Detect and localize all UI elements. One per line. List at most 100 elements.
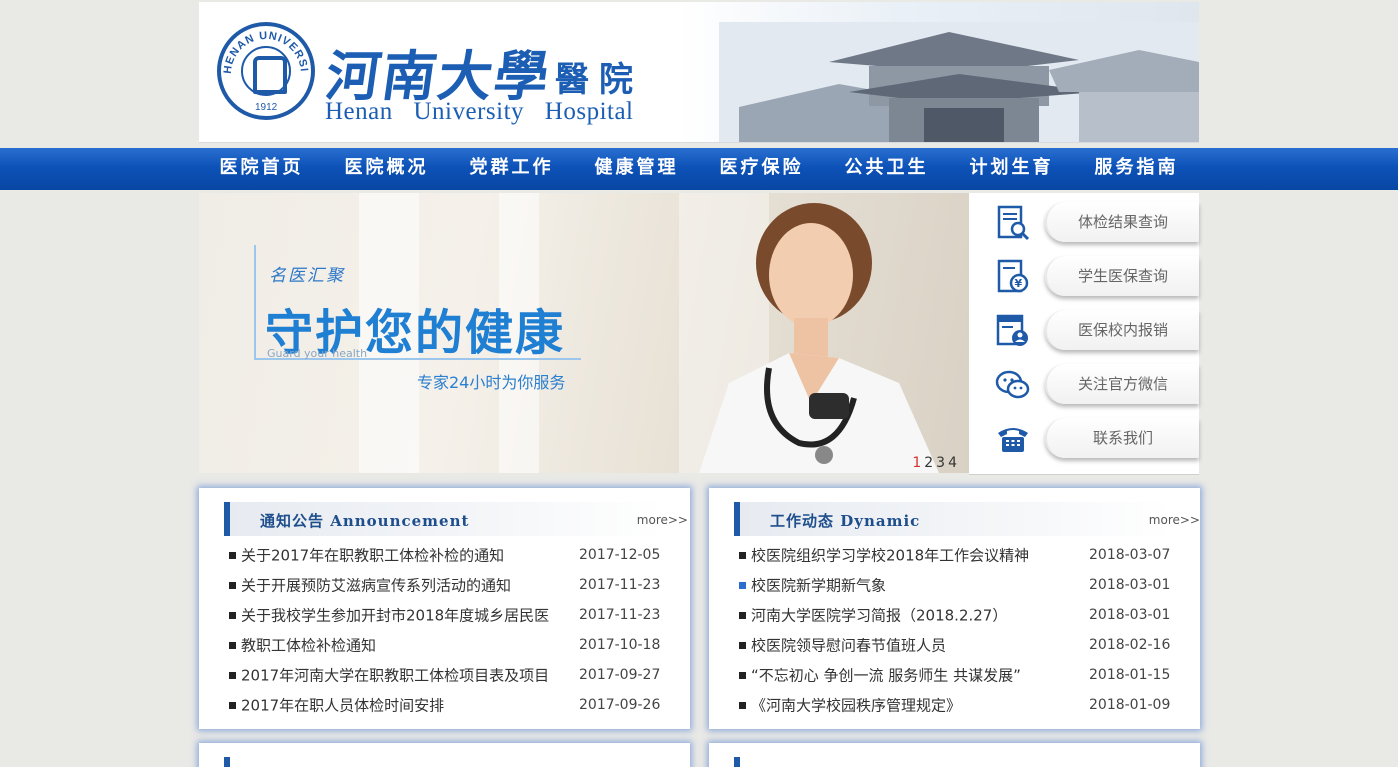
nav-item-family-planning[interactable]: 计划生育 [949, 148, 1074, 190]
pager-page-2[interactable]: 2 [924, 455, 933, 471]
news-title[interactable]: 校医院组织学习学校2018年工作会议精神 [751, 547, 1029, 565]
news-title[interactable]: “不忘初心 争创一流 服务师生 共谋发展” [751, 667, 1021, 685]
nav-item-home[interactable]: 医院首页 [199, 148, 324, 190]
news-date: 2017-11-23 [579, 607, 661, 623]
quick-link-student-insurance[interactable]: ¥ 学生医保查询 [969, 253, 1199, 299]
site-header: HENAN UNIVERSITY 1912 河南大學 醫院 Henan Univ… [199, 2, 1199, 143]
list-item[interactable]: 2017年在职人员体检时间安排 2017-09-26 [229, 690, 669, 720]
news-date: 2018-01-09 [1089, 697, 1171, 713]
list-item[interactable]: 校医院组织学习学校2018年工作会议精神 2018-03-07 [739, 540, 1179, 570]
quick-link-insurance-reimbursement[interactable]: 医保校内报销 [969, 307, 1199, 353]
bullet-icon [229, 582, 236, 589]
news-date: 2018-03-01 [1089, 607, 1171, 623]
news-title[interactable]: 关于我校学生参加开封市2018年度城乡居民医 [241, 607, 549, 625]
nav-item-medical-insurance[interactable]: 医疗保险 [699, 148, 824, 190]
pager-page-1[interactable]: 1 [912, 455, 921, 471]
pager-page-3[interactable]: 3 [936, 455, 945, 471]
announcements-title: 通知公告 Announcement [260, 512, 470, 530]
nav-item-health-management[interactable]: 健康管理 [574, 148, 699, 190]
news-date: 2017-09-27 [579, 667, 661, 683]
list-item[interactable]: 教职工体检补检通知 2017-10-18 [229, 630, 669, 660]
report-search-icon [997, 205, 1030, 241]
news-title[interactable]: 《河南大学校园秩序管理规定》 [751, 697, 961, 715]
bullet-icon [739, 672, 746, 679]
dynamics-list: 校医院组织学习学校2018年工作会议精神 2018-03-07 校医院新学期新气象… [739, 540, 1179, 720]
news-date: 2017-09-26 [579, 697, 661, 713]
news-date: 2017-11-23 [579, 577, 661, 593]
banner-calligraphy: 名医汇聚 [269, 266, 345, 286]
bullet-icon [229, 702, 236, 709]
list-item[interactable]: 关于开展预防艾滋病宣传系列活动的通知 2017-11-23 [229, 570, 669, 600]
dynamics-more-link[interactable]: more>> [1149, 513, 1200, 527]
wechat-icon [995, 370, 1030, 399]
work-dynamics-panel: 工作动态 Dynamic more>> 校医院组织学习学校2018年工作会议精神… [709, 488, 1200, 729]
nav-item-overview[interactable]: 医院概况 [324, 148, 449, 190]
list-item[interactable]: “不忘初心 争创一流 服务师生 共谋发展” 2018-01-15 [739, 660, 1179, 690]
list-item[interactable]: 河南大学医院学习简报（2018.2.27） 2018-03-01 [739, 600, 1179, 630]
doctor-photo [699, 203, 939, 473]
bullet-icon [229, 552, 236, 559]
main-navigation: 医院首页 医院概况 党群工作 健康管理 医疗保险 公共卫生 计划生育 服务指南 [0, 148, 1398, 190]
logo-chinese-hospital: 醫院 [555, 60, 643, 100]
news-date: 2018-03-01 [1089, 577, 1171, 593]
campus-gate-image [719, 22, 1199, 142]
nav-item-public-health[interactable]: 公共卫生 [824, 148, 949, 190]
svg-text:¥: ¥ [1015, 277, 1023, 290]
quick-link-label[interactable]: 医保校内报销 [1045, 310, 1199, 350]
pager-page-4[interactable]: 4 [948, 455, 957, 471]
news-title[interactable]: 河南大学医院学习简报（2018.2.27） [751, 607, 1007, 625]
list-item[interactable]: 关于2017年在职教职工体检补检的通知 2017-12-05 [229, 540, 669, 570]
news-date: 2018-01-15 [1089, 667, 1171, 683]
news-date: 2018-03-07 [1089, 547, 1171, 563]
dynamics-title: 工作动态 Dynamic [770, 512, 921, 530]
news-title[interactable]: 2017年河南大学在职教职工体检项目表及项目 [241, 667, 549, 685]
list-item[interactable]: 校医院领导慰问春节值班人员 2018-02-16 [739, 630, 1179, 660]
announcements-list: 关于2017年在职教职工体检补检的通知 2017-12-05 关于开展预防艾滋病宣… [229, 540, 669, 720]
bullet-icon [739, 582, 746, 589]
nav-item-service-guide[interactable]: 服务指南 [1074, 148, 1199, 190]
quick-link-label[interactable]: 体检结果查询 [1045, 202, 1199, 242]
news-title[interactable]: 关于开展预防艾滋病宣传系列活动的通知 [241, 577, 511, 595]
list-item[interactable]: 关于我校学生参加开封市2018年度城乡居民医 2017-11-23 [229, 600, 669, 630]
announcements-header: 通知公告 Announcement [224, 502, 664, 536]
list-item[interactable]: 2017年河南大学在职教职工体检项目表及项目 2017-09-27 [229, 660, 669, 690]
lower-panel-left [199, 743, 690, 767]
quick-link-contact[interactable]: 联系我们 [969, 415, 1199, 461]
logo-english-name: Henan University Hospital [325, 98, 634, 125]
quick-link-label[interactable]: 学生医保查询 [1045, 256, 1199, 296]
bullet-icon [229, 672, 236, 679]
quick-link-exam-results[interactable]: 体检结果查询 [969, 199, 1199, 245]
telephone-icon [998, 428, 1028, 452]
news-date: 2018-02-16 [1089, 637, 1171, 653]
banner-subtitle: Guard your health [267, 347, 368, 360]
banner-slogan: 专家24小时为你服务 [417, 373, 566, 392]
news-title[interactable]: 校医院新学期新气象 [751, 577, 886, 595]
dynamics-header: 工作动态 Dynamic [734, 502, 1174, 536]
quick-link-label[interactable]: 联系我们 [1045, 418, 1199, 458]
news-title[interactable]: 2017年在职人员体检时间安排 [241, 697, 444, 715]
bullet-icon [229, 612, 236, 619]
hero-banner[interactable]: 名医汇聚 守护您的健康 Guard your health 专家24小时为你服务… [199, 193, 969, 473]
university-seal-logo[interactable]: HENAN UNIVERSITY 1912 [217, 22, 315, 120]
news-date: 2017-12-05 [579, 547, 661, 563]
announcements-more-link[interactable]: more>> [637, 513, 688, 527]
quick-link-wechat[interactable]: 关注官方微信 [969, 361, 1199, 407]
quick-link-label[interactable]: 关注官方微信 [1045, 364, 1199, 404]
news-title[interactable]: 校医院领导慰问春节值班人员 [751, 637, 946, 655]
list-item[interactable]: 《河南大学校园秩序管理规定》 2018-01-09 [739, 690, 1179, 720]
banner-pager: 1 2 3 4 [912, 455, 957, 471]
yuan-document-icon: ¥ [997, 259, 1029, 293]
bullet-icon [739, 612, 746, 619]
bullet-icon [739, 702, 746, 709]
bullet-icon [739, 552, 746, 559]
list-item[interactable]: 校医院新学期新气象 2018-03-01 [739, 570, 1179, 600]
news-title[interactable]: 教职工体检补检通知 [241, 637, 376, 655]
svg-text:1912: 1912 [255, 102, 278, 113]
bullet-icon [229, 642, 236, 649]
quick-links-panel: 体检结果查询 ¥ 学生医保查询 医保校内报销 关注官方微信 联系我们 [969, 193, 1199, 475]
announcements-panel: 通知公告 Announcement more>> 关于2017年在职教职工体检补… [199, 488, 690, 729]
id-card-icon [996, 314, 1028, 346]
news-title[interactable]: 关于2017年在职教职工体检补检的通知 [241, 547, 504, 565]
news-date: 2017-10-18 [579, 637, 661, 653]
nav-item-party-work[interactable]: 党群工作 [449, 148, 574, 190]
